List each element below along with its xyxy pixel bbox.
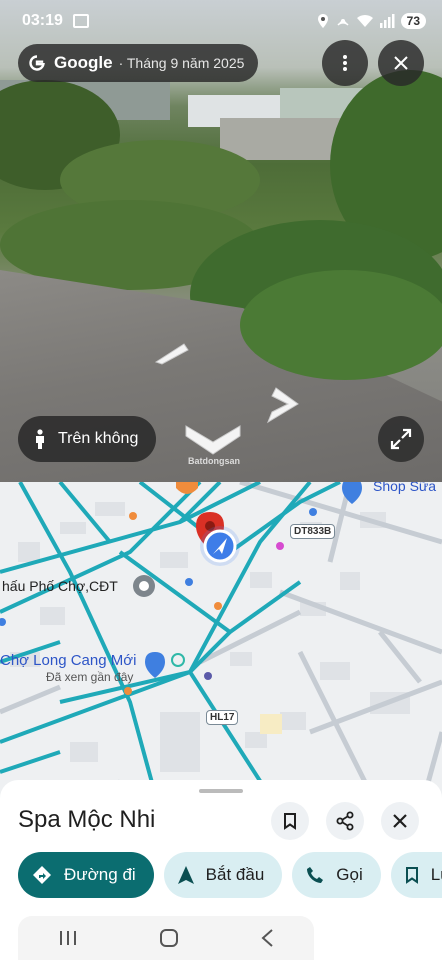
- road-tag-dt833b: DT833B: [290, 524, 336, 539]
- bookmark-icon: [284, 813, 296, 830]
- expand-icon: [390, 428, 412, 450]
- move-back-arrow-icon[interactable]: [184, 420, 242, 456]
- watermark-logo: Batdongsan: [188, 456, 241, 466]
- nav-home-icon[interactable]: [159, 928, 179, 948]
- start-button[interactable]: Bắt đầu: [163, 852, 283, 898]
- poi-pin: [176, 482, 198, 494]
- poi-dot: [0, 618, 6, 626]
- status-icons: 73: [317, 13, 426, 29]
- map-canvas: [0, 482, 442, 812]
- close-sheet-button[interactable]: [381, 802, 419, 840]
- imagery-date: · Tháng 9 năm 2025: [118, 55, 245, 71]
- imagery-date-pill[interactable]: Google · Tháng 9 năm 2025: [18, 44, 259, 82]
- poi-dot: [204, 672, 212, 680]
- directions-label: Đường đi: [64, 865, 136, 884]
- nav-recents-icon[interactable]: [58, 929, 78, 947]
- bush-shape: [240, 270, 442, 380]
- action-chips: Đường đi Bắt đầu Gọi Lưu: [18, 852, 442, 898]
- poi-dot: [309, 508, 317, 516]
- poi-dot: [214, 602, 222, 610]
- location-icon: [317, 14, 328, 28]
- status-time: 03:19: [22, 12, 63, 29]
- wifi-icon: [356, 14, 373, 27]
- road-tag-hl17: HL17: [206, 710, 239, 725]
- expand-fullscreen-button[interactable]: [378, 416, 424, 462]
- status-bar: 03:19 73: [22, 8, 426, 34]
- poi-dot: [124, 687, 132, 695]
- bookmark-icon: [405, 867, 418, 884]
- nav-back-icon[interactable]: [260, 928, 274, 948]
- poi-dot: [185, 578, 193, 586]
- sheet-drag-handle[interactable]: [199, 789, 243, 793]
- person-icon: [36, 429, 44, 449]
- system-nav-bar: [18, 916, 314, 960]
- poi-dot: [276, 542, 284, 550]
- close-icon: [393, 814, 407, 828]
- map-label-pho-cho[interactable]: hấu Phố Chợ,CĐT: [2, 578, 118, 594]
- close-street-view-button[interactable]: [378, 40, 424, 86]
- signal-icon: [379, 14, 395, 28]
- directions-icon: [33, 866, 51, 884]
- aerial-mode-label: Trên không: [58, 430, 139, 447]
- share-button[interactable]: [326, 802, 364, 840]
- navigation-icon: [177, 866, 194, 884]
- map-view[interactable]: Shop Sữa hấu Phố Chợ,CĐT Chợ Long Cang M…: [0, 482, 442, 812]
- more-options-button[interactable]: [322, 40, 368, 86]
- battery-indicator: 73: [400, 13, 426, 29]
- move-forward-arrow-icon[interactable]: [152, 340, 192, 366]
- call-button[interactable]: Gọi: [292, 852, 381, 898]
- start-label: Bắt đầu: [205, 865, 265, 884]
- bookmark-button[interactable]: [271, 802, 309, 840]
- poi-ring: [171, 653, 185, 667]
- map-label-recent: Đã xem gần đây: [46, 670, 134, 684]
- phone-icon: [307, 867, 324, 883]
- google-logo-icon: [29, 55, 45, 71]
- call-label: Gọi: [336, 865, 363, 884]
- directions-button[interactable]: Đường đi: [18, 852, 154, 898]
- map-label-shop[interactable]: Shop Sữa: [373, 482, 436, 494]
- google-brand-label: Google: [54, 53, 113, 72]
- save-label: Lưu: [430, 865, 442, 884]
- street-view-panorama[interactable]: 03:19 73 Google · Tháng 9 năm 2025 Trên …: [0, 0, 442, 482]
- poi-dot: [129, 512, 137, 520]
- app-root: 03:19 73 Google · Tháng 9 năm 2025 Trên …: [0, 0, 442, 960]
- more-vert-icon: [343, 55, 347, 71]
- aerial-mode-button[interactable]: Trên không: [18, 416, 157, 462]
- screenshot-icon: [72, 14, 89, 28]
- place-bottom-sheet[interactable]: Spa Mộc Nhi Đường đi Bắt đầu Gọi L: [0, 780, 442, 960]
- close-icon: [394, 56, 408, 70]
- share-icon: [336, 811, 354, 831]
- market-pin: [145, 652, 165, 678]
- place-title: Spa Mộc Nhi: [18, 806, 156, 833]
- hotspot-icon: [337, 19, 349, 26]
- save-button[interactable]: Lưu: [390, 852, 442, 898]
- map-label-market[interactable]: Chợ Long Cang Mới: [0, 652, 136, 669]
- move-right-arrow-icon[interactable]: [262, 384, 302, 424]
